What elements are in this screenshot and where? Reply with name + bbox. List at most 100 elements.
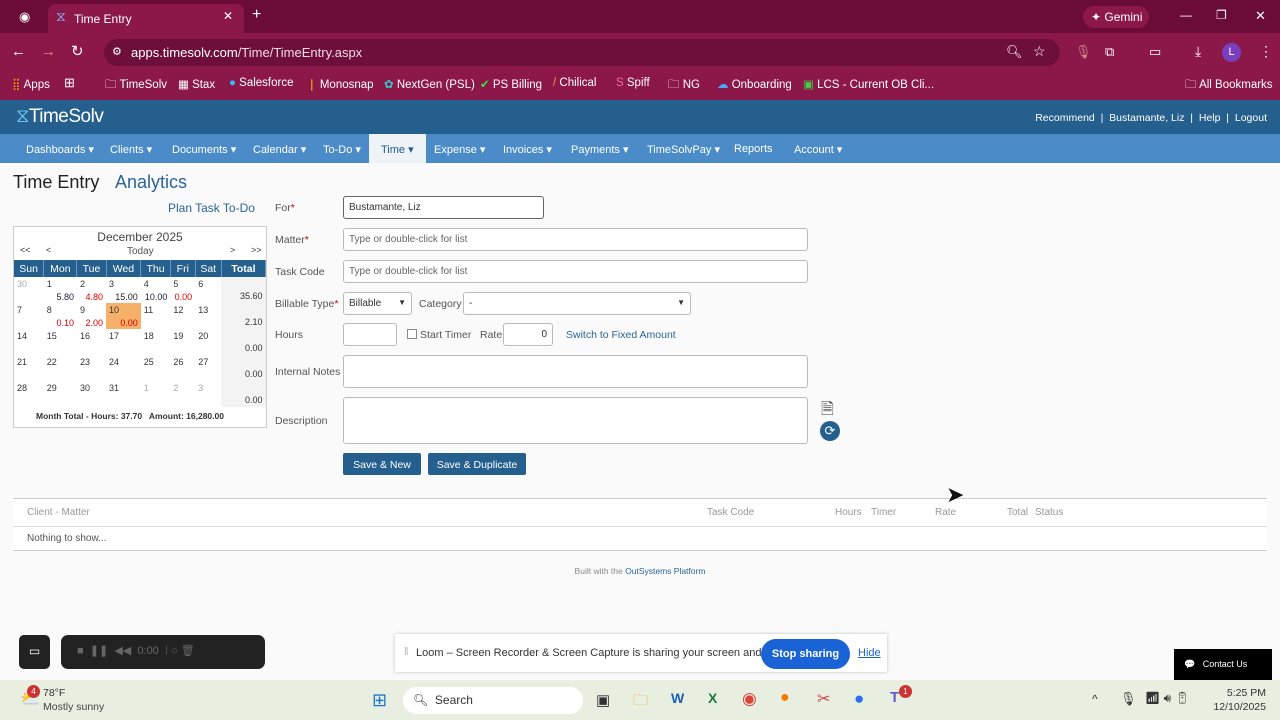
close-window-icon[interactable]: ✕ (1255, 8, 1266, 24)
calendar-day[interactable]: 21 (14, 355, 44, 381)
draw-icon[interactable]: ⁞ (165, 645, 168, 657)
analytics-tab[interactable]: Analytics (115, 172, 187, 193)
reload-icon[interactable]: ↻ (71, 42, 84, 60)
bookmark-lcs[interactable]: ▣ LCS - Current OB Cli... (803, 77, 934, 91)
chrome-icon[interactable]: ◉ (742, 689, 757, 709)
col-client-matter[interactable]: Client - Matter (27, 507, 90, 518)
stop-icon[interactable]: ■ (77, 645, 84, 657)
nav-todo[interactable]: To-Do ▾ (323, 143, 361, 156)
forward-icon[interactable]: → (41, 43, 56, 60)
clock-date[interactable]: 12/10/2025 (1210, 701, 1266, 713)
download-icon[interactable]: ⤓ (1195, 43, 1201, 60)
windows-start-icon[interactable]: ⊞ (372, 690, 387, 711)
calendar-day[interactable]: 2 (170, 381, 195, 407)
plan-task-link[interactable]: Plan Task To-Do (168, 201, 255, 215)
camera-icon[interactable]: ▭ (19, 635, 50, 669)
calendar-day[interactable]: 5 0.00 (170, 277, 195, 303)
save-duplicate-button[interactable]: Save & Duplicate (428, 453, 526, 475)
menu-icon[interactable]: ⋮ (1259, 43, 1273, 60)
extensions-icon[interactable]: ⧉ (1105, 44, 1114, 60)
calendar-day[interactable]: 17 (106, 329, 141, 355)
calendar-day[interactable]: 9 2.00 (77, 303, 106, 329)
next-month-button[interactable]: > (230, 245, 235, 255)
taskbar-search[interactable]: 🔍︎ Search (403, 687, 583, 714)
rate-input[interactable]: 0 (503, 323, 553, 346)
for-field[interactable]: Bustamante, Liz (343, 196, 544, 219)
clock-time[interactable]: 5:25 PM (1222, 687, 1266, 699)
bookmark-nextgen[interactable]: ✿ NextGen (PSL) (384, 77, 475, 91)
contact-us-button[interactable]: 💬 Contact Us (1174, 649, 1272, 680)
calendar-day[interactable]: 1 (141, 381, 171, 407)
excel-icon[interactable]: X (708, 690, 717, 706)
logout-link[interactable]: Logout (1235, 112, 1267, 124)
hours-input[interactable] (343, 323, 397, 346)
calendar-day[interactable]: 30 (77, 381, 106, 407)
snipping-tool-icon[interactable]: ✂ (817, 689, 830, 709)
calendar-day[interactable]: 16 (77, 329, 106, 355)
nav-dashboards[interactable]: Dashboards ▾ (26, 143, 94, 156)
nav-timesolvpay[interactable]: TimeSolvPay ▾ (647, 143, 720, 156)
bookmark-star-icon[interactable]: ☆ (1033, 43, 1046, 60)
task-code-input[interactable]: Type or double-click for list (343, 260, 808, 283)
bookmark-onboarding[interactable]: ☁ Onboarding (717, 77, 792, 91)
word-icon[interactable]: W (671, 690, 684, 706)
bookmark-monosnap[interactable]: ❘ Monosnap (307, 77, 374, 91)
minimize-icon[interactable]: — (1180, 8, 1192, 22)
today-button[interactable]: Today (127, 246, 154, 257)
calendar-day[interactable]: 8 0.10 (44, 303, 77, 329)
calendar-day[interactable]: 6 (195, 277, 221, 303)
drag-handle-icon[interactable]: ‖ (404, 646, 409, 658)
calendar-day[interactable]: 14 (14, 329, 44, 355)
apps-grid-icon[interactable]: ⊞ (64, 75, 75, 91)
calendar-day[interactable]: 24 (106, 355, 141, 381)
close-tab-icon[interactable]: ✕ (223, 9, 233, 23)
internal-notes-textarea[interactable] (343, 355, 808, 388)
description-textarea[interactable] (343, 397, 808, 444)
calendar-day[interactable]: 15 (44, 329, 77, 355)
recommend-link[interactable]: Recommend (1035, 112, 1095, 124)
nav-invoices[interactable]: Invoices ▾ (503, 143, 552, 156)
rewind-icon[interactable]: ◀◀ (114, 645, 131, 657)
nav-time[interactable]: Time ▾ (369, 134, 426, 163)
outsystems-link[interactable]: OutSystems Platform (625, 566, 705, 576)
calendar-day[interactable]: 26 (170, 355, 195, 381)
calendar-day[interactable]: 28 (14, 381, 44, 407)
site-info-icon[interactable]: ⚙ (112, 45, 122, 58)
back-icon[interactable]: ← (11, 43, 26, 60)
calendar-day[interactable]: 20 (195, 329, 221, 355)
calendar-day[interactable]: 7 (14, 303, 44, 329)
bookmark-apps[interactable]: ⣿ Apps (12, 77, 50, 91)
col-timer[interactable]: Timer (871, 507, 896, 518)
bookmark-salesforce[interactable]: ● Salesforce (229, 77, 294, 89)
teams-icon[interactable]: T (890, 689, 899, 706)
user-link[interactable]: Bustamante, Liz (1109, 112, 1184, 124)
pause-icon[interactable]: ❚❚ (90, 645, 108, 657)
restore-icon[interactable]: ❐ (1216, 8, 1227, 22)
profile-avatar[interactable]: L (1222, 43, 1241, 62)
calendar-day[interactable]: 2 4.80 (77, 277, 106, 303)
calendar-day[interactable]: 31 (106, 381, 141, 407)
file-explorer-icon[interactable]: 🗀 (633, 690, 648, 715)
address-bar[interactable]: apps.timesolv.com/Time/TimeEntry.aspx (104, 39, 1060, 66)
calendar-day[interactable]: 10 0.00 (106, 303, 141, 329)
timesolv-logo[interactable]: ⧖TimeSolv (16, 106, 104, 128)
zoom-icon[interactable]: 🔍︎ (1006, 44, 1023, 60)
bookmark-stax[interactable]: ▦ Stax (178, 77, 215, 91)
next-year-button[interactable]: >> (251, 245, 262, 255)
new-tab-icon[interactable]: + (252, 6, 261, 24)
calendar-day[interactable]: 4 10.00 (141, 277, 171, 303)
firefox-icon[interactable]: ● (780, 689, 790, 707)
hide-link[interactable]: Hide (858, 647, 881, 659)
nav-account[interactable]: Account ▾ (794, 143, 842, 156)
matter-input[interactable]: Type or double-click for list (343, 228, 808, 251)
nav-expense[interactable]: Expense ▾ (434, 143, 485, 156)
help-link[interactable]: Help (1199, 112, 1221, 124)
nav-reports[interactable]: Reports (734, 143, 773, 155)
billable-type-select[interactable]: Billable ▼ (343, 292, 412, 315)
calendar-day[interactable]: 12 (170, 303, 195, 329)
record-icon[interactable]: ◉ (19, 9, 30, 25)
col-status[interactable]: Status (1035, 507, 1063, 518)
switch-fixed-amount-link[interactable]: Switch to Fixed Amount (566, 329, 676, 341)
gemini-button[interactable]: ✦ Gemini (1083, 6, 1149, 28)
tab-search-icon[interactable]: ▭ (1149, 44, 1161, 60)
